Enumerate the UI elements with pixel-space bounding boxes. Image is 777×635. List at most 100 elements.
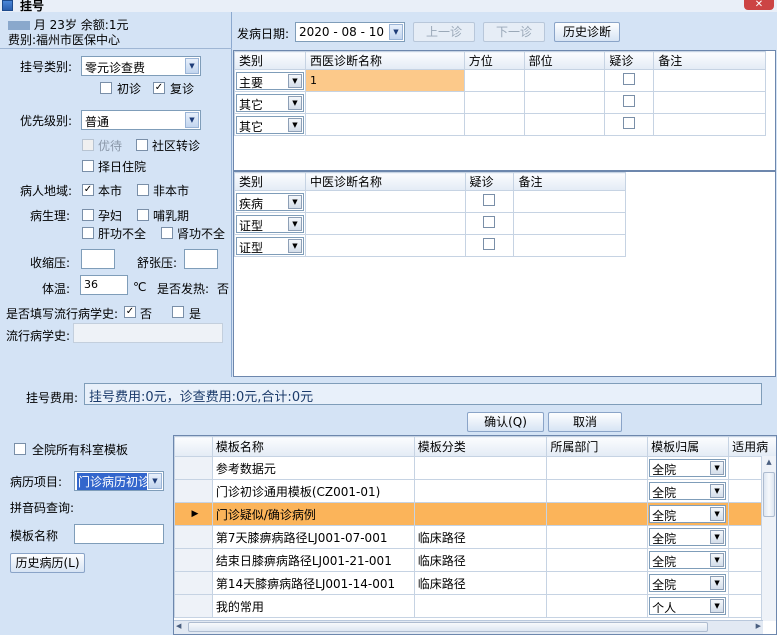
remark-cell[interactable] — [513, 190, 626, 213]
chevron-down-icon[interactable]: ▼ — [710, 461, 725, 475]
table-row[interactable]: 第7天膝痹病路径LJ001-07-001 临床路径 全院 ▼ — [174, 525, 776, 549]
template-owner-select[interactable]: 全院 ▼ — [649, 505, 727, 523]
template-name-cell[interactable]: 参考数据元 — [211, 456, 415, 480]
table-row[interactable]: 主要 ▼ 1 — [234, 69, 766, 92]
suspected-checkbox[interactable] — [483, 238, 496, 250]
template-dept-cell[interactable] — [546, 525, 649, 549]
template-dept-cell[interactable] — [546, 594, 649, 618]
first-visit-checkbox[interactable] — [100, 82, 112, 94]
return-visit-checkbox[interactable]: ✓ — [153, 82, 165, 94]
nonlocal-checkbox[interactable] — [137, 184, 149, 196]
template-category-cell[interactable]: 临床路径 — [413, 571, 548, 595]
tcm-type-select[interactable]: 证型 ▼ — [236, 236, 304, 255]
vertical-scrollbar[interactable]: ▲ — [761, 456, 776, 621]
template-category-cell[interactable] — [413, 594, 548, 618]
systolic-input[interactable] — [81, 249, 115, 269]
row-selector[interactable] — [174, 479, 213, 503]
suspected-checkbox[interactable] — [483, 194, 496, 206]
local-checkbox[interactable]: ✓ — [82, 184, 94, 196]
row-selector[interactable] — [174, 525, 213, 549]
template-name-cell[interactable]: 第14天膝痹病路径LJ001-14-001 — [211, 571, 415, 595]
chevron-down-icon[interactable]: ▼ — [710, 576, 725, 590]
confirm-button[interactable]: 确认(Q) — [467, 412, 544, 432]
suspected-checkbox[interactable] — [623, 95, 636, 107]
chevron-down-icon[interactable]: ▼ — [389, 24, 403, 40]
lactation-checkbox[interactable] — [137, 209, 149, 221]
template-category-cell[interactable]: 临床路径 — [413, 548, 548, 572]
position-cell[interactable] — [463, 91, 525, 114]
chevron-down-icon[interactable]: ▼ — [288, 216, 302, 231]
template-name-cell[interactable]: 结束日膝痹病路径LJ001-21-001 — [211, 548, 415, 572]
row-selector[interactable] — [174, 456, 213, 480]
template-name-input[interactable] — [74, 524, 164, 544]
template-category-cell[interactable]: 临床路径 — [413, 525, 548, 549]
diagnosis-type-select[interactable]: 主要 ▼ — [236, 71, 304, 90]
chevron-down-icon[interactable]: ▼ — [710, 484, 725, 498]
reg-type-select[interactable]: 零元诊查费 ▼ — [81, 56, 201, 76]
next-visit-button[interactable]: 下一诊 — [483, 22, 545, 42]
scroll-thumb[interactable] — [763, 472, 775, 517]
template-category-cell[interactable] — [413, 456, 548, 480]
suspected-checkbox[interactable] — [623, 117, 636, 129]
template-owner-select[interactable]: 全院 ▼ — [649, 459, 727, 477]
tcm-name-cell[interactable] — [305, 234, 466, 257]
site-cell[interactable] — [523, 69, 606, 92]
site-cell[interactable] — [523, 113, 606, 136]
chevron-down-icon[interactable]: ▼ — [185, 58, 199, 74]
chevron-down-icon[interactable]: ▼ — [288, 73, 302, 88]
chevron-down-icon[interactable]: ▼ — [288, 238, 302, 253]
cancel-button[interactable]: 取消 — [548, 412, 622, 432]
chevron-down-icon[interactable]: ▼ — [185, 112, 199, 128]
prev-visit-button[interactable]: 上一诊 — [413, 22, 475, 42]
record-item-select[interactable]: 门诊病历初诊 ▼ — [74, 471, 164, 491]
table-row[interactable]: 我的常用 个人 ▼ — [174, 594, 776, 618]
tcm-name-cell[interactable] — [305, 190, 466, 213]
diagnosis-name-cell[interactable] — [305, 91, 465, 114]
epi-yes-checkbox[interactable] — [172, 306, 184, 318]
remark-cell[interactable] — [653, 69, 766, 92]
row-selector[interactable] — [174, 548, 213, 572]
history-record-button[interactable]: 历史病历(L) — [10, 553, 85, 573]
remark-cell[interactable] — [653, 113, 766, 136]
community-transfer-checkbox[interactable] — [136, 139, 148, 151]
epi-history-input[interactable] — [73, 323, 223, 343]
remark-cell[interactable] — [513, 212, 626, 235]
table-row[interactable]: 参考数据元 全院 ▼ — [174, 456, 776, 480]
history-diagnosis-button[interactable]: 历史诊断 — [554, 22, 620, 42]
hscroll-thumb[interactable] — [188, 622, 708, 632]
table-row[interactable]: 结束日膝痹病路径LJ001-21-001 临床路径 全院 ▼ — [174, 548, 776, 572]
position-cell[interactable] — [463, 113, 525, 136]
chevron-down-icon[interactable]: ▼ — [288, 194, 302, 209]
remark-cell[interactable] — [513, 234, 626, 257]
template-owner-select[interactable]: 个人 ▼ — [649, 597, 727, 615]
template-name-cell[interactable]: 门诊疑似/确诊病例 — [211, 502, 415, 526]
template-name-cell[interactable]: 我的常用 — [211, 594, 415, 618]
temp-input[interactable]: 36 — [80, 275, 128, 295]
template-category-cell[interactable] — [413, 479, 548, 503]
close-button[interactable]: ✕ — [744, 0, 774, 10]
suspected-checkbox[interactable] — [623, 73, 636, 85]
template-owner-select[interactable]: 全院 ▼ — [649, 528, 727, 546]
diastolic-input[interactable] — [184, 249, 218, 269]
select-day-admission-checkbox[interactable] — [82, 160, 94, 172]
preferential-checkbox[interactable] — [82, 139, 94, 151]
diagnosis-type-select[interactable]: 其它 ▼ — [236, 115, 304, 134]
position-cell[interactable] — [463, 69, 525, 92]
chevron-down-icon[interactable]: ▼ — [288, 95, 302, 110]
diagnosis-type-select[interactable]: 其它 ▼ — [236, 93, 304, 112]
row-selector[interactable] — [174, 594, 213, 618]
priority-select[interactable]: 普通 ▼ — [81, 110, 201, 130]
kidney-checkbox[interactable] — [161, 227, 173, 239]
scroll-up-icon[interactable]: ▲ — [764, 458, 774, 468]
diagnosis-name-cell[interactable]: 1 — [305, 69, 465, 92]
table-row[interactable]: 其它 ▼ — [234, 113, 766, 136]
onset-date-picker[interactable]: 2020 - 08 - 10 ▼ — [295, 22, 405, 42]
template-dept-cell[interactable] — [546, 548, 649, 572]
chevron-down-icon[interactable]: ▼ — [710, 507, 725, 521]
horizontal-scrollbar[interactable]: ◀ ▶ — [174, 620, 763, 634]
diagnosis-name-cell[interactable] — [305, 113, 465, 136]
table-row[interactable]: 证型 ▼ — [234, 234, 626, 257]
table-row[interactable]: 疾病 ▼ — [234, 190, 626, 213]
scroll-right-icon[interactable]: ▶ — [756, 622, 761, 630]
scroll-left-icon[interactable]: ◀ — [176, 622, 181, 630]
